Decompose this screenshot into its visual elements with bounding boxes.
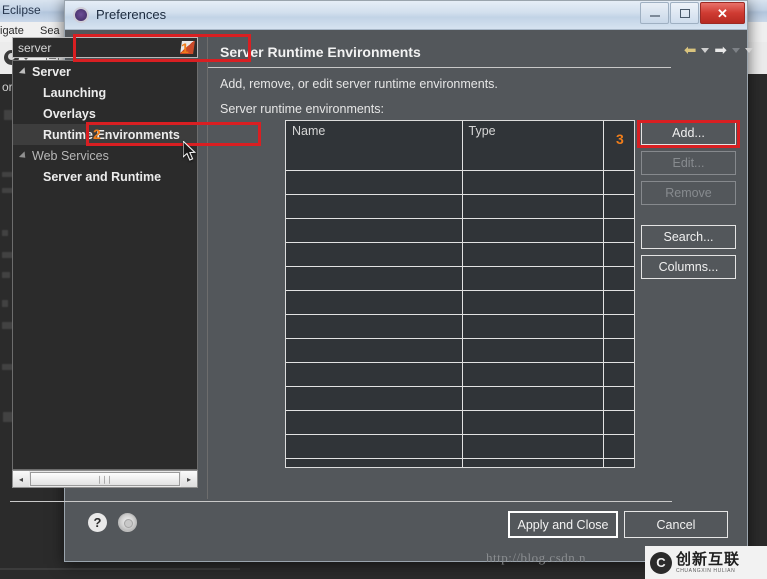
page-description: Add, remove, or edit server runtime envi… [220,77,498,91]
tree-item-server[interactable]: Server [13,61,197,82]
watermark-logo: C 创新互联 CHUANGXIN HULIAN [645,546,767,579]
add-button-label: Add... [672,126,705,140]
expand-triangle-icon[interactable] [18,150,29,161]
watermark-logo-pinyin: CHUANGXIN HULIAN [676,567,736,574]
back-chevron-down-icon[interactable] [701,48,710,53]
eclipse-statusbar-divider [0,568,240,570]
column-header-name[interactable]: Name [286,121,463,171]
columns-button-label: Columns... [658,260,719,274]
help-icon[interactable]: ? [88,513,107,532]
footer-divider [10,501,672,502]
forward-arrow-icon[interactable]: ➡ [714,43,727,58]
button-gap [641,211,736,219]
remove-button-label: Remove [665,186,712,200]
remove-button[interactable]: Remove [641,181,736,205]
table-row[interactable] [286,170,634,195]
tree-item-label: Server and Runtime [43,169,162,184]
eclipse-title: Eclipse [2,3,41,17]
table-row[interactable] [286,434,634,459]
edit-button[interactable]: Edit... [641,151,736,175]
filter-input-value: server [18,41,52,55]
view-menu-icon[interactable] [745,48,753,53]
maximize-icon [679,8,690,18]
page-title: Server Runtime Environments [220,44,421,60]
table-row[interactable] [286,338,634,363]
tree-horizontal-scrollbar[interactable]: ◂ ∣∣∣ ▸ [12,470,198,488]
cancel-label: Cancel [656,517,696,532]
annotation-number-2: 2 [93,126,101,142]
table-row[interactable] [286,362,634,387]
table-row[interactable] [286,386,634,411]
preferences-tree[interactable]: Server Launching Overlays Runtime Enviro… [12,60,198,470]
menu-item-navigate[interactable]: igate [0,25,24,37]
preferences-gear-icon [73,7,89,23]
apply-and-close-button[interactable]: Apply and Close [508,511,618,538]
bg-blur-item [2,300,8,307]
filter-input[interactable]: server [12,37,198,58]
cancel-button[interactable]: Cancel [624,511,728,538]
screenshot-root: Eclipse igate Sea orer ✖ Preferences [0,0,767,579]
table-row[interactable] [286,266,634,291]
maximize-button[interactable] [670,2,699,24]
menu-item-search[interactable]: Sea [40,25,60,37]
tree-item-label: Server [32,64,71,79]
column-header-type[interactable]: Type [462,121,604,171]
close-icon: ✕ [717,5,728,21]
minimize-icon [649,15,660,17]
window-controls: ✕ [639,2,745,24]
add-button[interactable]: Add... [641,121,736,145]
table-row[interactable] [286,314,634,339]
search-button[interactable]: Search... [641,225,736,249]
tree-item-runtime-environments[interactable]: Runtime Environments [13,124,197,145]
watermark-logo-mark: C [650,551,672,574]
forward-chevron-down-icon [732,48,740,53]
table-row[interactable] [286,458,634,467]
columns-button[interactable]: Columns... [641,255,736,279]
page-nav-buttons: ⬅ ➡ [684,43,753,58]
close-button[interactable]: ✕ [700,2,745,24]
watermark-logo-cn: 创新互联 [676,550,741,568]
table-label: Server runtime environments: [220,102,384,116]
tree-item-label: Launching [43,85,107,100]
table-row[interactable] [286,290,634,315]
tree-item-launching[interactable]: Launching [13,82,197,103]
table-row[interactable] [286,194,634,219]
tree-item-web-services[interactable]: Web Services [13,145,197,166]
scroll-right-arrow-icon[interactable]: ▸ [181,471,197,487]
annotation-number-1: 1 [181,40,189,56]
table-row[interactable] [286,242,634,267]
watermark-url: http://blog.csdn.n [486,550,586,565]
edit-button-label: Edit... [672,156,705,170]
scrollbar-thumb[interactable]: ∣∣∣ [30,472,180,486]
bg-blur-item [2,230,8,236]
dialog-title: Preferences [96,7,167,22]
table-header-row: Name Type [286,121,634,171]
tree-item-label: Runtime Environments [43,127,180,142]
expand-triangle-icon[interactable] [18,66,29,77]
watermark-logo-text: 创新互联 CHUANGXIN HULIAN [676,552,740,574]
runtime-environments-table[interactable]: Name Type [285,120,635,468]
tree-item-label: Overlays [43,106,96,121]
minimize-button[interactable] [640,2,669,24]
table-row[interactable] [286,410,634,435]
restore-defaults-icon[interactable] [118,513,137,532]
table-body [286,170,634,467]
tree-item-overlays[interactable]: Overlays [13,103,197,124]
back-arrow-icon[interactable]: ⬅ [684,43,697,58]
table-row[interactable] [286,218,634,243]
search-button-label: Search... [663,230,714,244]
scroll-left-arrow-icon[interactable]: ◂ [13,471,29,487]
apply-and-close-label: Apply and Close [517,517,609,532]
table-action-buttons: Add... Edit... Remove Search... Columns.… [641,121,736,279]
annotation-number-3: 3 [616,131,624,147]
bg-blur-item [2,272,10,278]
tree-item-server-and-runtime[interactable]: Server and Runtime [13,166,197,187]
tree-item-label: Web Services [32,148,109,163]
